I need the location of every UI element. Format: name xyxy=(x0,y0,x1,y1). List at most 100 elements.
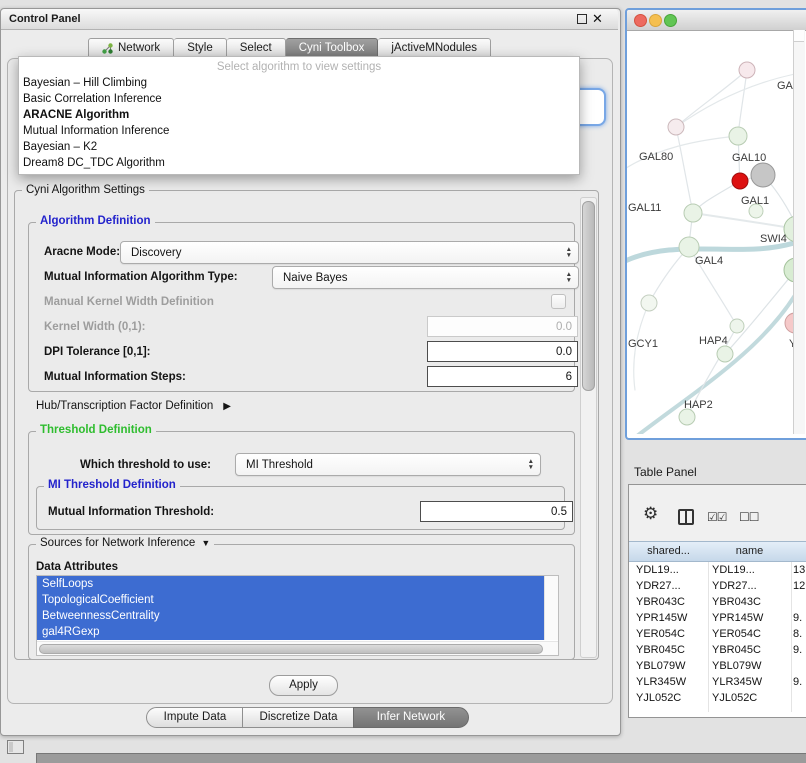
network-view-window[interactable]: GALGAL80GAL10GAL11GAL1SWI4GAL4GCY1HAP4YH… xyxy=(625,8,806,440)
algorithm-option[interactable]: Dream8 DC_TDC Algorithm xyxy=(19,155,579,171)
table-row[interactable]: YDR27...YDR27...12 xyxy=(629,578,806,594)
node-label: HAP4 xyxy=(699,335,728,347)
algorithm-option[interactable]: Bayesian – Hill Climbing xyxy=(19,75,579,91)
network-node[interactable] xyxy=(717,346,733,362)
float-icon[interactable] xyxy=(577,14,587,24)
attribute-item-selected[interactable]: BetweennessCentrality xyxy=(37,608,545,624)
table-row[interactable]: YBL079WYBL079W xyxy=(629,658,806,674)
network-node[interactable] xyxy=(785,313,793,333)
network-node[interactable] xyxy=(679,237,699,257)
table-cell: YDR27... xyxy=(712,578,788,594)
table-row[interactable]: YBR043CYBR043C xyxy=(629,594,806,610)
minimize-traffic-light-icon[interactable] xyxy=(649,14,662,27)
zoom-traffic-light-icon[interactable] xyxy=(664,14,677,27)
node-label: GAL4 xyxy=(695,255,723,267)
table-toolbar: ⚙ ☑☑ ☐☐ xyxy=(629,485,806,541)
columns-icon[interactable] xyxy=(678,509,694,525)
manual-kernel-checkbox[interactable] xyxy=(551,294,566,309)
data-attributes-list[interactable]: SelfLoopsTopologicalCoefficientBetweenne… xyxy=(36,575,559,656)
column-header-shared-name[interactable]: shared... xyxy=(629,541,709,562)
control-panel-titlebar[interactable] xyxy=(1,9,618,30)
algorithm-option[interactable]: Mutual Information Inference xyxy=(19,123,579,139)
list-scrollbar-horizontal[interactable] xyxy=(37,641,558,655)
tab-select[interactable]: Select xyxy=(227,38,286,58)
tab-network[interactable]: Network xyxy=(88,38,174,58)
top-tab-bar: Network Style Select Cyni Toolbox jActiv… xyxy=(88,38,491,58)
network-node[interactable] xyxy=(739,62,755,78)
close-traffic-light-icon[interactable] xyxy=(634,14,647,27)
gear-icon[interactable]: ⚙ xyxy=(643,505,658,522)
select-all-icon[interactable]: ☑☑ xyxy=(707,510,727,524)
table-cell xyxy=(793,594,805,610)
table-row[interactable]: YJL052CYJL052C xyxy=(629,690,806,706)
node-label: GAL1 xyxy=(741,195,769,207)
attribute-item-selected[interactable]: TopologicalCoefficient xyxy=(37,592,545,608)
algorithm-option[interactable]: Basic Correlation Inference xyxy=(19,91,579,107)
network-node[interactable] xyxy=(729,127,747,145)
hscroll-thumb[interactable] xyxy=(39,644,543,654)
which-threshold-select[interactable]: MI Threshold ▲▼ xyxy=(235,453,541,476)
mi-type-select[interactable]: Naive Bayes ▲▼ xyxy=(272,266,579,289)
algorithm-option[interactable]: Bayesian – K2 xyxy=(19,139,579,155)
tab-jactivemnodules[interactable]: jActiveMNodules xyxy=(378,38,491,58)
threshold-definition-title: Threshold Definition xyxy=(36,424,156,436)
tab-infer-network[interactable]: Infer Network xyxy=(353,707,469,728)
tab-style[interactable]: Style xyxy=(174,38,227,58)
attribute-item-selected[interactable]: SelfLoops xyxy=(37,576,545,592)
hub-tf-section-toggle[interactable]: Hub/Transcription Factor Definition▶ xyxy=(36,400,231,412)
column-header-name[interactable]: name xyxy=(708,541,792,562)
mi-threshold-label: Mutual Information Threshold: xyxy=(48,506,214,518)
mi-threshold-field[interactable]: 0.5 xyxy=(420,501,573,522)
close-icon[interactable]: ✕ xyxy=(592,11,603,27)
table-cell: 9. xyxy=(793,610,805,626)
aracne-mode-select[interactable]: Discovery ▲▼ xyxy=(120,241,579,264)
sources-group-title[interactable]: Sources for Network Inference▼ xyxy=(36,537,214,549)
attribute-item-selected[interactable]: gal4RGexp xyxy=(37,624,545,640)
node-label: GAL80 xyxy=(639,151,673,163)
network-scrollbar[interactable] xyxy=(793,30,805,434)
network-node[interactable] xyxy=(679,409,695,425)
chevron-updown-icon: ▲▼ xyxy=(528,459,534,471)
table-row[interactable]: YLR345WYLR345W9. xyxy=(629,674,806,690)
network-node[interactable] xyxy=(751,163,775,187)
mi-type-value: Naive Bayes xyxy=(283,272,348,284)
column-header-extra[interactable] xyxy=(791,541,806,562)
table-cell: YER054C xyxy=(636,626,706,642)
network-node[interactable] xyxy=(641,295,657,311)
network-node[interactable] xyxy=(730,319,744,333)
algorithm-option[interactable]: ARACNE Algorithm xyxy=(19,107,579,123)
tab-impute-data[interactable]: Impute Data xyxy=(146,707,244,728)
table-row[interactable]: YER054CYER054C8. xyxy=(629,626,806,642)
apply-button[interactable]: Apply xyxy=(269,675,338,696)
deselect-all-icon[interactable]: ☐☐ xyxy=(739,510,759,524)
network-node[interactable] xyxy=(784,258,793,282)
node-label: GCY1 xyxy=(628,338,658,350)
tab-cyni-toolbox[interactable]: Cyni Toolbox xyxy=(286,38,379,58)
scrollbar-button[interactable] xyxy=(794,30,804,42)
network-canvas[interactable]: GALGAL80GAL10GAL11GAL1SWI4GAL4GCY1HAP4YH… xyxy=(627,30,793,434)
tab-discretize-data[interactable]: Discretize Data xyxy=(242,707,355,728)
table-row[interactable]: YPR145WYPR145W9. xyxy=(629,610,806,626)
table-body: YDL19...YDL19...13YDR27...YDR27...12YBR0… xyxy=(629,562,806,712)
minimized-panel-icon[interactable] xyxy=(7,740,24,754)
column-separator xyxy=(791,562,792,712)
table-cell: YLR345W xyxy=(712,674,788,690)
hub-tf-label: Hub/Transcription Factor Definition xyxy=(36,400,213,412)
mi-type-label: Mutual Information Algorithm Type: xyxy=(44,271,238,283)
table-row[interactable]: YDL19...YDL19...13 xyxy=(629,562,806,578)
mi-steps-field[interactable]: 6 xyxy=(427,366,578,387)
list-scrollbar-vertical[interactable] xyxy=(544,576,558,640)
network-node[interactable] xyxy=(732,173,748,189)
settings-scrollbar-thumb[interactable] xyxy=(582,201,595,391)
table-cell: YBL079W xyxy=(712,658,788,674)
table-row[interactable]: YBR045CYBR045C9. xyxy=(629,642,806,658)
kernel-width-field[interactable]: 0.0 xyxy=(427,316,578,337)
sources-title-text: Sources for Network Inference xyxy=(40,537,195,549)
attribute-items: SelfLoopsTopologicalCoefficientBetweenne… xyxy=(37,576,558,640)
network-node[interactable] xyxy=(684,204,702,222)
table-panel-window: ⚙ ☑☑ ☐☐ shared... name YDL19...YDL19...1… xyxy=(628,484,806,718)
node-label: SWI4 xyxy=(760,233,787,245)
network-node[interactable] xyxy=(668,119,684,135)
table-cell: 9. xyxy=(793,674,805,690)
dpi-tolerance-field[interactable]: 0.0 xyxy=(427,341,578,362)
